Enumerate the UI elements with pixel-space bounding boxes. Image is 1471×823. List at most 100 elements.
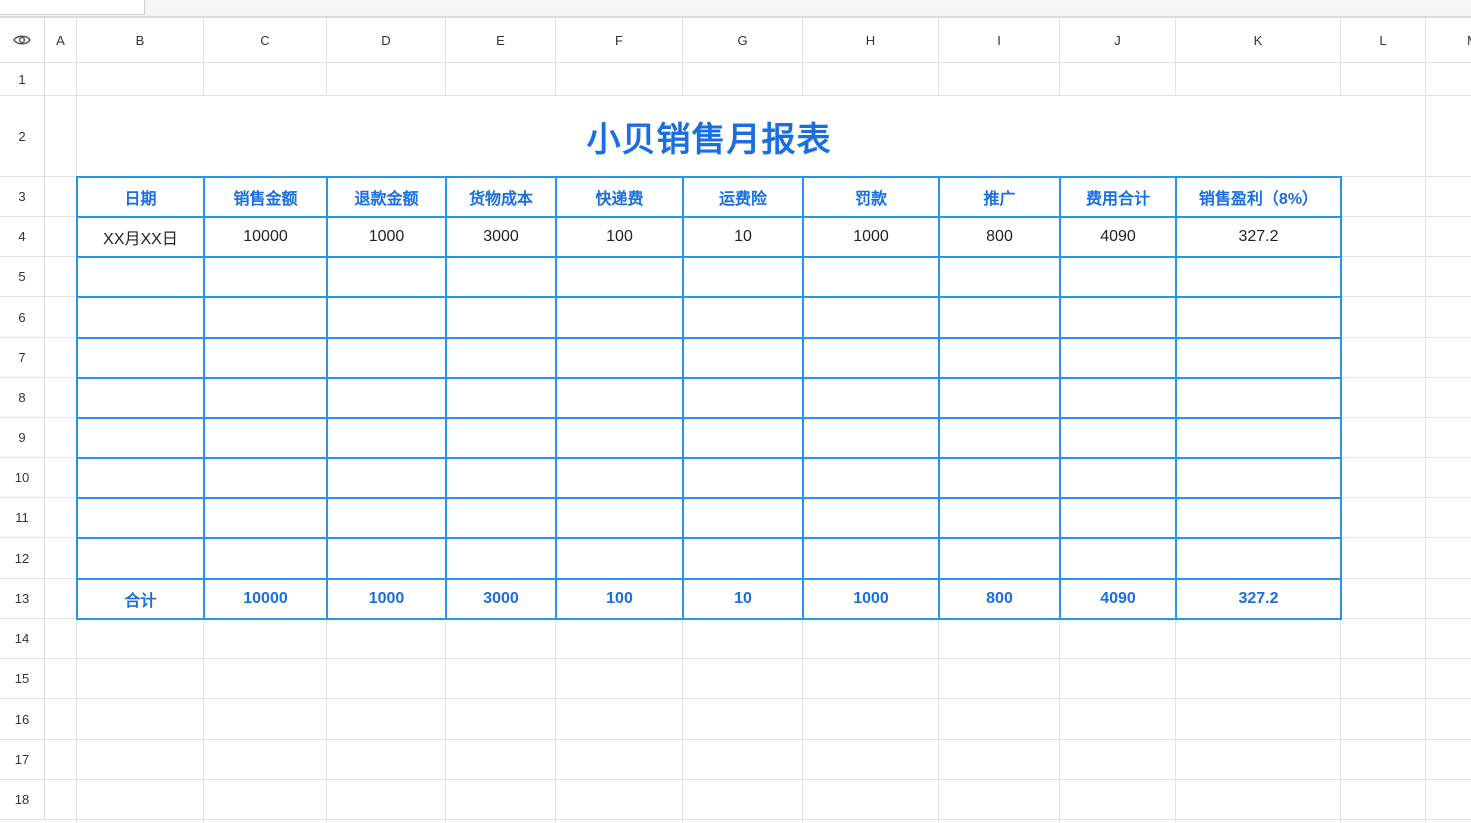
table-empty-cell[interactable]	[446, 458, 556, 498]
table-header-cell[interactable]: 罚款	[803, 177, 939, 217]
table-data-cell[interactable]: 1000	[803, 217, 939, 257]
table-total-cell[interactable]: 4090	[1060, 579, 1176, 619]
table-empty-cell[interactable]	[204, 538, 327, 579]
table-empty-cell[interactable]	[683, 297, 803, 338]
table-empty-cell[interactable]	[1060, 418, 1176, 458]
table-empty-cell[interactable]	[77, 418, 204, 458]
table-empty-cell[interactable]	[77, 338, 204, 378]
table-total-cell[interactable]: 1000	[803, 579, 939, 619]
table-empty-cell[interactable]	[939, 538, 1060, 579]
table-empty-cell[interactable]	[204, 297, 327, 338]
row-header-18[interactable]: 18	[0, 780, 45, 820]
table-data-cell[interactable]: 327.2	[1176, 217, 1341, 257]
table-empty-cell[interactable]	[803, 378, 939, 418]
table-empty-cell[interactable]	[77, 378, 204, 418]
table-total-cell[interactable]: 10000	[204, 579, 327, 619]
table-total-cell[interactable]: 10	[683, 579, 803, 619]
table-empty-cell[interactable]	[939, 378, 1060, 418]
column-header-I[interactable]: I	[939, 18, 1060, 63]
row-header-9[interactable]: 9	[0, 418, 45, 458]
table-empty-cell[interactable]	[803, 498, 939, 538]
column-header-F[interactable]: F	[556, 18, 683, 63]
row-header-4[interactable]: 4	[0, 217, 45, 257]
table-empty-cell[interactable]	[939, 338, 1060, 378]
row-header-15[interactable]: 15	[0, 659, 45, 699]
row-header-6[interactable]: 6	[0, 297, 45, 338]
table-empty-cell[interactable]	[1176, 338, 1341, 378]
report-title[interactable]: 小贝销售月报表	[77, 96, 1341, 177]
table-empty-cell[interactable]	[556, 257, 683, 297]
row-header-16[interactable]: 16	[0, 699, 45, 740]
table-empty-cell[interactable]	[556, 297, 683, 338]
table-empty-cell[interactable]	[1060, 378, 1176, 418]
table-empty-cell[interactable]	[204, 418, 327, 458]
row-header-3[interactable]: 3	[0, 177, 45, 217]
table-total-cell[interactable]: 3000	[446, 579, 556, 619]
row-header-14[interactable]: 14	[0, 619, 45, 659]
table-header-cell[interactable]: 运费险	[683, 177, 803, 217]
table-data-cell[interactable]: 800	[939, 217, 1060, 257]
row-header-17[interactable]: 17	[0, 740, 45, 780]
table-empty-cell[interactable]	[939, 257, 1060, 297]
formula-bar[interactable]	[147, 0, 1471, 15]
column-header-L[interactable]: L	[1341, 18, 1426, 63]
table-empty-cell[interactable]	[1060, 538, 1176, 579]
table-empty-cell[interactable]	[803, 338, 939, 378]
column-header-E[interactable]: E	[446, 18, 556, 63]
table-empty-cell[interactable]	[683, 498, 803, 538]
table-empty-cell[interactable]	[556, 418, 683, 458]
table-data-cell[interactable]: 10000	[204, 217, 327, 257]
table-data-cell[interactable]: XX月XX日	[77, 217, 204, 257]
table-empty-cell[interactable]	[556, 338, 683, 378]
table-empty-cell[interactable]	[1176, 418, 1341, 458]
table-empty-cell[interactable]	[327, 498, 446, 538]
table-empty-cell[interactable]	[939, 297, 1060, 338]
row-header-5[interactable]: 5	[0, 257, 45, 297]
table-empty-cell[interactable]	[446, 257, 556, 297]
table-empty-cell[interactable]	[327, 297, 446, 338]
table-empty-cell[interactable]	[446, 538, 556, 579]
column-header-M[interactable]: M	[1426, 18, 1471, 63]
table-empty-cell[interactable]	[1060, 498, 1176, 538]
column-header-A[interactable]: A	[45, 18, 77, 63]
table-empty-cell[interactable]	[446, 297, 556, 338]
table-empty-cell[interactable]	[939, 458, 1060, 498]
table-empty-cell[interactable]	[683, 257, 803, 297]
column-header-C[interactable]: C	[204, 18, 327, 63]
eye-icon[interactable]	[13, 34, 31, 46]
table-empty-cell[interactable]	[77, 458, 204, 498]
table-empty-cell[interactable]	[77, 538, 204, 579]
table-empty-cell[interactable]	[327, 458, 446, 498]
table-empty-cell[interactable]	[327, 257, 446, 297]
table-empty-cell[interactable]	[683, 338, 803, 378]
table-empty-cell[interactable]	[1176, 498, 1341, 538]
table-empty-cell[interactable]	[803, 458, 939, 498]
column-header-K[interactable]: K	[1176, 18, 1341, 63]
table-data-cell[interactable]: 100	[556, 217, 683, 257]
table-empty-cell[interactable]	[803, 538, 939, 579]
table-data-cell[interactable]: 10	[683, 217, 803, 257]
table-empty-cell[interactable]	[1060, 297, 1176, 338]
table-empty-cell[interactable]	[446, 338, 556, 378]
row-header-11[interactable]: 11	[0, 498, 45, 538]
table-empty-cell[interactable]	[77, 297, 204, 338]
table-header-cell[interactable]: 销售盈利（8%）	[1176, 177, 1341, 217]
row-header-10[interactable]: 10	[0, 458, 45, 498]
row-header-13[interactable]: 13	[0, 579, 45, 619]
table-header-cell[interactable]: 销售金额	[204, 177, 327, 217]
table-empty-cell[interactable]	[1176, 257, 1341, 297]
row-header-7[interactable]: 7	[0, 338, 45, 378]
table-empty-cell[interactable]	[204, 378, 327, 418]
table-empty-cell[interactable]	[683, 538, 803, 579]
table-empty-cell[interactable]	[939, 418, 1060, 458]
table-empty-cell[interactable]	[1176, 538, 1341, 579]
column-header-H[interactable]: H	[803, 18, 939, 63]
row-header-1[interactable]: 1	[0, 63, 45, 96]
table-empty-cell[interactable]	[204, 458, 327, 498]
name-box[interactable]	[0, 0, 145, 15]
table-empty-cell[interactable]	[1060, 338, 1176, 378]
table-empty-cell[interactable]	[446, 418, 556, 458]
table-empty-cell[interactable]	[556, 378, 683, 418]
table-empty-cell[interactable]	[77, 257, 204, 297]
table-empty-cell[interactable]	[803, 297, 939, 338]
